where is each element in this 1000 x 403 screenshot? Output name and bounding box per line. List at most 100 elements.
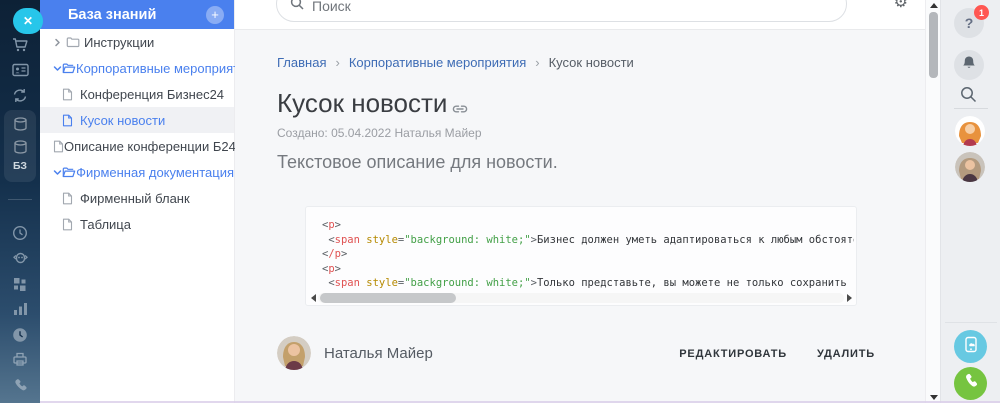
sidebar-item-label: Таблица: [80, 216, 131, 232]
sidebar-item-7[interactable]: Таблица: [40, 211, 234, 237]
sidebar-item-2[interactable]: Конференция Бизнес24: [40, 81, 234, 107]
author-row: Наталья Майер: [277, 336, 433, 370]
sidebar-item-label: Фирменная документация: [76, 164, 234, 180]
mobile-chat-button[interactable]: [954, 330, 987, 363]
sidebar-item-6[interactable]: Фирменный бланк: [40, 185, 234, 211]
sidebar-item-label: Конференция Бизнес24: [80, 86, 225, 102]
sidebar-item-5[interactable]: Фирменная документация: [40, 159, 234, 185]
rail-divider: [8, 199, 32, 200]
doc-icon: [53, 140, 64, 153]
database-icon[interactable]: [4, 117, 36, 132]
sidebar-title: База знаний: [68, 6, 157, 23]
panel-divider: [945, 322, 997, 323]
chevron-right-icon[interactable]: [53, 38, 66, 47]
contact-card-icon[interactable]: [0, 63, 40, 77]
created-meta: Создано: 05.04.2022 Наталья Майер: [277, 126, 482, 140]
scroll-thumb[interactable]: [320, 293, 456, 303]
doc-icon: [62, 218, 80, 231]
folder-open-icon: [62, 62, 76, 74]
kb-tree: Инструкции Корпоративные мероприятия Конфе…: [40, 29, 253, 237]
kb-badge[interactable]: БЗ: [4, 160, 36, 172]
sidebar-item-label: Инструкции: [84, 34, 155, 50]
scroll-thumb[interactable]: [929, 12, 938, 78]
doc-icon: [62, 88, 80, 101]
clock-icon[interactable]: [0, 225, 40, 241]
right-panel: ? 1: [940, 0, 1000, 403]
code-horizontal-scrollbar[interactable]: [308, 292, 854, 304]
printer-icon[interactable]: [0, 352, 40, 366]
sidebar-item-label: Корпоративные мероприятия: [76, 60, 254, 76]
scroll-track[interactable]: [318, 293, 844, 303]
code-line: <span style="background: white;">Только …: [322, 277, 854, 290]
device-cloud-icon: [963, 336, 979, 358]
database-icon[interactable]: [4, 140, 36, 155]
breadcrumb-separator: ›: [535, 55, 540, 70]
code-line: <span style="background: white;">Бизнес …: [322, 233, 854, 246]
code-block: <p> <span style="background: white;">Биз…: [305, 206, 857, 306]
sidebar-item-label: Описание конференции Б24: [64, 138, 236, 154]
breadcrumb: Главная › Корпоративные мероприятия › Кусок …: [277, 55, 634, 70]
breadcrumb-item-1[interactable]: Корпоративные мероприятия: [349, 55, 526, 70]
call-button[interactable]: [954, 367, 987, 400]
breadcrumb-item-2: Кусок новости: [548, 55, 634, 70]
help-icon: ?: [964, 15, 974, 31]
search-placeholder: Поиск: [312, 0, 351, 14]
page-title: Кусок новости: [277, 86, 468, 121]
settings-gear-icon[interactable]: ⚙: [894, 0, 908, 12]
notification-badge: 1: [974, 5, 989, 20]
sidebar-item-4[interactable]: Описание конференции Б24: [40, 133, 236, 159]
bar-chart-icon[interactable]: [0, 302, 40, 316]
doc-icon: [62, 192, 80, 205]
sidebar-item-3[interactable]: Кусок новости: [40, 107, 234, 133]
code-text: <p> <span style="background: white;">Биз…: [322, 218, 854, 291]
user-avatar[interactable]: [955, 152, 985, 182]
notifications-button[interactable]: [954, 50, 984, 80]
phone-icon[interactable]: [0, 378, 40, 393]
add-button[interactable]: +: [206, 5, 224, 24]
scroll-down-icon[interactable]: [930, 395, 938, 400]
sidebar-item-label: Кусок новости: [80, 112, 166, 128]
knowledge-base-group: БЗ: [4, 110, 36, 182]
edit-button[interactable]: РЕДАКТИРОВАТЬ: [679, 348, 787, 360]
search-icon: [290, 0, 304, 15]
time-icon[interactable]: [0, 327, 40, 343]
search-input[interactable]: Поиск: [276, 0, 847, 22]
main-area: Поиск ⚙ Главная › Корпоративные мероприяти…: [235, 0, 925, 403]
apps-grid-icon[interactable]: [0, 277, 40, 292]
article-content: Главная › Корпоративные мероприятия › Кусок …: [235, 30, 925, 403]
article-actions: РЕДАКТИРОВАТЬ УДАЛИТЬ: [679, 348, 875, 360]
cart-icon[interactable]: [0, 37, 40, 53]
breadcrumb-separator: ›: [335, 55, 340, 70]
user-avatar[interactable]: [955, 116, 985, 146]
chevron-down-icon[interactable]: [53, 168, 62, 177]
sidebar-item-1[interactable]: Корпоративные мероприятия: [40, 55, 253, 81]
folder-open-icon: [62, 166, 76, 178]
sidebar-item-0[interactable]: Инструкции: [40, 29, 234, 55]
assistant-bot-icon[interactable]: [0, 251, 40, 265]
sync-icon[interactable]: [0, 88, 40, 103]
bell-icon: [962, 55, 976, 75]
breadcrumb-item-0[interactable]: Главная: [277, 55, 326, 70]
panel-divider: [954, 108, 988, 109]
panel-search-button[interactable]: [960, 86, 977, 108]
code-line: <p>: [322, 219, 341, 231]
topbar: Поиск ⚙: [235, 0, 925, 30]
kb-sidebar: База знаний + Инструкции Корпоративные ме…: [40, 0, 253, 403]
doc-icon: [62, 114, 80, 127]
delete-button[interactable]: УДАЛИТЬ: [817, 348, 875, 360]
close-icon[interactable]: ✕: [13, 8, 43, 34]
sidebar-item-label: Фирменный бланк: [80, 190, 190, 206]
folder-icon: [66, 36, 84, 48]
page-vertical-scrollbar[interactable]: [925, 0, 940, 403]
article-description: Текстовое описание для новости.: [277, 152, 558, 172]
chevron-down-icon[interactable]: [53, 64, 62, 73]
page-title-text: Кусок новости: [277, 88, 448, 118]
scroll-up-icon[interactable]: [930, 3, 938, 8]
scroll-right-icon[interactable]: [844, 292, 854, 304]
scroll-left-icon[interactable]: [308, 292, 318, 304]
code-line: <p>: [322, 262, 341, 275]
help-button[interactable]: ? 1: [954, 5, 989, 38]
sidebar-header: База знаний +: [40, 0, 234, 29]
link-icon[interactable]: [452, 90, 468, 121]
code-line: </p>: [322, 248, 348, 261]
